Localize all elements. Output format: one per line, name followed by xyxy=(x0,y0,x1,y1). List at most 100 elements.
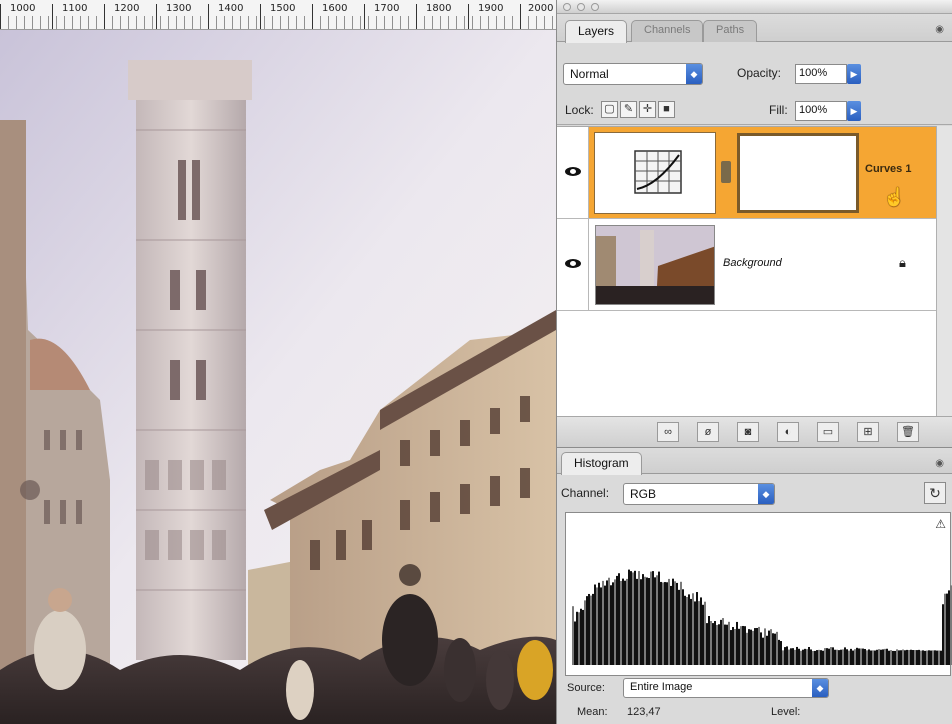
histogram-bar xyxy=(596,587,598,665)
histogram-bar xyxy=(886,649,888,665)
histogram-bar xyxy=(616,576,618,665)
histogram-bar xyxy=(904,650,906,665)
histogram-bar xyxy=(636,579,638,665)
lock-pixels-icon[interactable]: ✎ xyxy=(620,101,637,118)
adjustment-thumbnail[interactable] xyxy=(595,133,715,213)
histogram-bar xyxy=(934,650,936,665)
lock-all-icon[interactable]: ■ xyxy=(658,101,675,118)
histogram-bar xyxy=(658,572,660,665)
layer-visibility-toggle[interactable] xyxy=(557,127,589,218)
histogram-bar xyxy=(846,649,848,665)
new-adjustment-layer-icon[interactable]: ◐ xyxy=(777,422,799,442)
histogram-bar xyxy=(926,651,928,665)
histogram-bar xyxy=(816,650,818,665)
opacity-label: Opacity: xyxy=(737,66,781,80)
new-group-icon[interactable]: ▭ xyxy=(817,422,839,442)
histogram-bar xyxy=(894,651,896,665)
layer-name[interactable]: Curves 1 xyxy=(865,163,911,175)
trash-icon[interactable]: 🗑︎ xyxy=(897,422,919,442)
new-layer-icon[interactable]: ⊞ xyxy=(857,422,879,442)
close-window-icon[interactable] xyxy=(563,3,571,11)
histogram-bar xyxy=(884,649,886,665)
histogram-bar xyxy=(632,572,634,665)
fill-field[interactable]: 100% xyxy=(795,101,847,121)
histogram-bar xyxy=(634,571,636,665)
document-canvas[interactable] xyxy=(0,30,556,724)
histogram-bar xyxy=(608,578,610,665)
palette-menu-icon[interactable]: ◉ xyxy=(935,458,944,469)
histogram-bar xyxy=(738,629,740,665)
ruler-label: 1800 xyxy=(426,3,451,14)
histogram-bar xyxy=(696,592,698,665)
histogram-bar xyxy=(848,651,850,665)
lock-transparency-icon[interactable]: ▢ xyxy=(601,101,618,118)
link-layers-icon[interactable]: ∞ xyxy=(657,422,679,442)
source-select[interactable]: Entire Image ◆ xyxy=(623,678,829,698)
zoom-window-icon[interactable] xyxy=(591,3,599,11)
opacity-slider-arrow-icon[interactable]: ▶ xyxy=(847,64,861,84)
histogram-bar xyxy=(924,651,926,665)
layer-mask-link-icon[interactable] xyxy=(721,161,731,183)
blend-mode-select[interactable]: Normal ◆ xyxy=(563,63,703,85)
histogram-palette: Histogram ◉ Channel: RGB ◆ ↻ ⚠ Source: E… xyxy=(556,447,952,724)
layers-footer-toolbar: ∞ ø ◙ ◐ ▭ ⊞ 🗑︎ xyxy=(557,416,952,447)
layer-mask-thumbnail[interactable] xyxy=(737,133,859,213)
refresh-icon[interactable]: ↻ xyxy=(924,482,946,504)
layer-row-background[interactable]: Background 🔒︎ xyxy=(557,219,937,311)
layer-thumbnail[interactable] xyxy=(595,225,715,305)
layers-scrollbar[interactable] xyxy=(936,126,952,416)
histogram-bar xyxy=(666,582,668,665)
tab-channels[interactable]: Channels xyxy=(631,20,703,42)
histogram-bar xyxy=(702,605,704,665)
layers-list: Curves 1 ☝ Background 🔒︎ xyxy=(557,126,937,416)
histogram-bar xyxy=(680,582,682,665)
layer-visibility-toggle[interactable] xyxy=(557,219,589,310)
histogram-bar xyxy=(594,585,596,665)
histogram-bar xyxy=(610,585,612,665)
histogram-bar xyxy=(900,650,902,665)
histogram-bar xyxy=(764,628,766,665)
histogram-bar xyxy=(618,573,620,665)
histogram-bar xyxy=(860,648,862,665)
histogram-bar xyxy=(772,633,774,665)
palette-titlebar[interactable] xyxy=(557,0,952,14)
blend-mode-value: Normal xyxy=(570,67,609,81)
histogram-bar xyxy=(758,627,760,665)
histogram-bar xyxy=(726,625,728,665)
histogram-bar xyxy=(656,575,658,665)
opacity-field[interactable]: 100% xyxy=(795,64,847,84)
layer-name[interactable]: Background xyxy=(723,257,782,269)
histogram-bar xyxy=(646,577,648,665)
minimize-window-icon[interactable] xyxy=(577,3,585,11)
lock-fill-row: Lock: ▢ ✎ ✛ ■ Fill: 100% ▶ xyxy=(557,95,952,125)
histogram-bar xyxy=(638,571,640,665)
channel-select[interactable]: RGB ◆ xyxy=(623,483,775,505)
histogram-bar xyxy=(752,631,754,665)
histogram-bar xyxy=(756,628,758,665)
add-mask-icon[interactable]: ◙ xyxy=(737,422,759,442)
histogram-bar xyxy=(708,616,710,665)
histogram-bar xyxy=(790,648,792,665)
tab-layers[interactable]: Layers xyxy=(565,20,627,43)
histogram-bar xyxy=(762,638,764,665)
palette-menu-icon[interactable]: ◉ xyxy=(935,24,944,35)
histogram-bar xyxy=(574,621,576,665)
fill-label: Fill: xyxy=(769,103,788,117)
layer-style-icon[interactable]: ø xyxy=(697,422,719,442)
tab-histogram[interactable]: Histogram xyxy=(561,452,642,475)
tab-paths[interactable]: Paths xyxy=(703,20,757,42)
lock-position-icon[interactable]: ✛ xyxy=(639,101,656,118)
layer-row-curves[interactable]: Curves 1 ☝ xyxy=(557,127,937,219)
histogram-bar xyxy=(642,574,644,665)
fill-slider-arrow-icon[interactable]: ▶ xyxy=(847,101,861,121)
histogram-bar xyxy=(896,649,898,665)
ruler-label: 1400 xyxy=(218,3,243,14)
eye-icon[interactable] xyxy=(565,259,581,268)
hand-pointer-icon: ☝ xyxy=(883,187,905,208)
histogram-bar xyxy=(874,651,876,665)
histogram-bar xyxy=(852,651,854,665)
eye-icon[interactable] xyxy=(565,167,581,176)
histogram-bar xyxy=(908,650,910,665)
layers-tab-bar: Layers Channels Paths ◉ xyxy=(557,14,952,42)
histogram-bar xyxy=(576,612,578,665)
